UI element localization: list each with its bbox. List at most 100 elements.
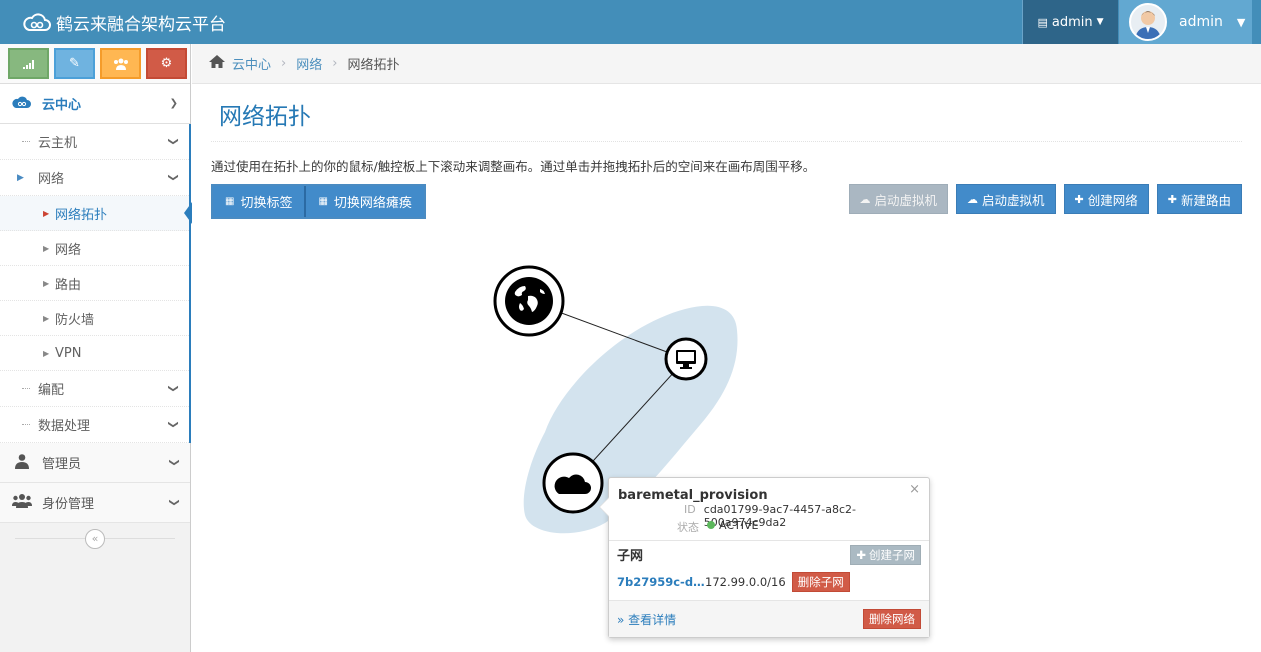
- sidebar-item-label: 防火墙: [55, 312, 95, 328]
- cogs-icon[interactable]: ⚙: [146, 48, 187, 79]
- router-node[interactable]: [664, 337, 708, 381]
- sidebar-item-network-topology[interactable]: ▶ 网络拓扑: [0, 196, 192, 231]
- status-badge: ACTIVE: [707, 519, 758, 535]
- chevron-down-icon: ❯: [168, 458, 180, 467]
- toggle-labels-label: 切换标签: [240, 196, 293, 211]
- create-network-button[interactable]: ✚ 创建网络: [1063, 184, 1149, 214]
- view-details-link[interactable]: » 查看详情: [617, 611, 676, 628]
- sidebar-item-networks[interactable]: ▶ 网络: [0, 231, 189, 266]
- caret-right-icon: ▶: [43, 278, 50, 288]
- user-md-icon: [12, 453, 32, 473]
- external-network-node[interactable]: [493, 265, 565, 337]
- sidebar-item-label: 云中心: [42, 98, 82, 113]
- create-router-button[interactable]: ✚ 新建路由: [1156, 184, 1242, 214]
- subnet-section-header: 子网 ✚ 创建子网: [609, 540, 929, 568]
- sidebar-item-data-processing[interactable]: 数据处理 ❯: [0, 407, 189, 443]
- toggle-network-collapse-button[interactable]: ▦ 切换网络瘫痪: [306, 186, 424, 217]
- pencil-icon[interactable]: ✎: [54, 48, 95, 79]
- sidebar-item-routers[interactable]: ▶ 路由: [0, 266, 189, 301]
- top-navbar: 鹤云来融合架构云平台 ▤ admin ▼ admin ▼: [0, 0, 1261, 44]
- network-name: baremetal_provision: [618, 488, 768, 503]
- breadcrumb-current: 网络拓扑: [347, 58, 400, 73]
- cloud-icon: [12, 95, 32, 113]
- sidebar-item-label: 路由: [55, 277, 82, 293]
- avatar: [1129, 3, 1167, 41]
- home-icon[interactable]: [208, 54, 226, 73]
- chevron-right-icon: ›: [281, 56, 287, 71]
- caret-down-icon: ▼: [1236, 15, 1246, 29]
- network-node[interactable]: [542, 452, 604, 514]
- profile-name: admin: [1179, 14, 1223, 30]
- sidebar-item-network[interactable]: ▶ 网络 ❯: [0, 160, 189, 196]
- user-menu-link[interactable]: ▤ admin ▼: [1022, 0, 1118, 44]
- create-subnet-button[interactable]: ✚ 创建子网: [850, 544, 921, 565]
- button-label: 创建子网: [869, 547, 915, 562]
- brand[interactable]: 鹤云来融合架构云平台: [22, 9, 226, 35]
- sidebar-item-instances[interactable]: 云主机 ❯: [0, 124, 189, 160]
- sidebar: ✎ ⚙ 云中心 ❯ 云主机 ❯ ▶ 网络 ❯ ▶ 网络拓扑 ▶ 网络 ▶ 路由 …: [0, 44, 192, 652]
- chevron-right-icon: ›: [332, 56, 338, 71]
- delete-network-button[interactable]: 删除网络: [863, 609, 921, 629]
- close-icon[interactable]: ×: [909, 482, 920, 497]
- network-status-row: 状态 ACTIVE: [619, 519, 758, 535]
- caret-right-icon: ▶: [43, 313, 50, 323]
- subnet-id-link[interactable]: 7b27959c-d…: [617, 575, 705, 589]
- topology-toggle-group: ▦ 切换标签 ▦ 切换网络瘫痪: [211, 184, 426, 219]
- sidebar-item-label: 云主机: [38, 136, 78, 151]
- sidebar-item-label: VPN: [55, 345, 82, 361]
- double-angle-left-icon[interactable]: «: [85, 528, 105, 549]
- chevron-down-icon: ❯: [167, 384, 179, 393]
- page-title: 网络拓扑: [219, 104, 311, 130]
- chevron-down-icon: ❯: [168, 498, 180, 507]
- cloud-upload-icon: ☁: [859, 192, 871, 206]
- users-icon: [12, 493, 32, 512]
- toggle-collapse-label: 切换网络瘫痪: [333, 196, 412, 211]
- network-detail-popover: × baremetal_provision ID cda01799-9ac7-4…: [599, 477, 930, 638]
- profile-menu[interactable]: admin ▼: [1119, 0, 1252, 44]
- button-label: 启动虚拟机: [874, 192, 938, 208]
- chevron-down-icon: ❯: [167, 420, 179, 429]
- page-description: 通过使用在拓扑上的你的鼠标/触控板上下滚动来调整画布。通过单击并拖拽拓扑后的空间…: [211, 159, 816, 174]
- plus-icon: ✚: [856, 547, 866, 562]
- plus-icon: ✚: [1074, 192, 1084, 206]
- launch-instance-button[interactable]: ☁ 启动虚拟机: [956, 184, 1056, 214]
- signal-icon[interactable]: [8, 48, 49, 79]
- caret-right-icon: ▶: [43, 348, 50, 358]
- sidebar-item-label: 数据处理: [38, 419, 91, 434]
- status-value: ACTIVE: [719, 519, 759, 532]
- user-menu-label: admin: [1051, 14, 1093, 30]
- sidebar-shortcuts: ✎ ⚙: [0, 44, 190, 84]
- users-icon[interactable]: [100, 48, 141, 79]
- sidebar-item-identity[interactable]: 身份管理 ❯: [0, 483, 190, 523]
- caret-right-icon: ▶: [43, 208, 50, 218]
- sidebar-item-vpn[interactable]: ▶ VPN: [0, 336, 189, 371]
- breadcrumb-cloud-center[interactable]: 云中心: [232, 54, 271, 73]
- subnet-row: 7b27959c-d… 172.99.0.0/16 删除子网: [617, 572, 922, 592]
- caret-right-icon: ▶: [43, 243, 50, 253]
- cloud-center-submenu: 云主机 ❯ ▶ 网络 ❯ ▶ 网络拓扑 ▶ 网络 ▶ 路由 ▶ 防火墙 ▶ VP…: [0, 124, 192, 443]
- cloud-upload-icon: ☁: [967, 192, 979, 206]
- delete-subnet-button[interactable]: 删除子网: [791, 572, 850, 592]
- sidebar-item-label: 管理员: [42, 457, 82, 472]
- divider: [211, 141, 1242, 142]
- sidebar-item-orchestration[interactable]: 编配 ❯: [0, 371, 189, 407]
- brand-title: 鹤云来融合架构云平台: [56, 14, 226, 35]
- sidebar-item-firewall[interactable]: ▶ 防火墙: [0, 301, 189, 336]
- sidebar-item-label: 身份管理: [42, 497, 95, 512]
- topology-actions: ☁ 启动虚拟机 ☁ 启动虚拟机 ✚ 创建网络 ✚ 新建路由: [848, 184, 1242, 214]
- caret-down-icon: ▼: [1096, 17, 1104, 27]
- chevron-down-icon: ❯: [169, 98, 178, 109]
- list-icon: ▤: [1037, 15, 1048, 29]
- launch-instance-disabled-button[interactable]: ☁ 启动虚拟机: [848, 184, 949, 214]
- subnet-header: 子网: [617, 549, 644, 564]
- chevron-down-icon: ❯: [167, 137, 179, 146]
- sidebar-collapse: «: [0, 523, 190, 554]
- sidebar-item-admin[interactable]: 管理员 ❯: [0, 443, 190, 483]
- cloud-logo-icon: [23, 13, 51, 31]
- subnet-cidr: 172.99.0.0/16: [705, 575, 786, 589]
- breadcrumb-network[interactable]: 网络: [296, 54, 322, 73]
- button-label: 启动虚拟机: [982, 192, 1045, 208]
- toggle-labels-button[interactable]: ▦ 切换标签: [213, 186, 307, 217]
- sidebar-item-cloud-center[interactable]: 云中心 ❯: [0, 84, 190, 124]
- th-icon: ▦: [318, 196, 328, 207]
